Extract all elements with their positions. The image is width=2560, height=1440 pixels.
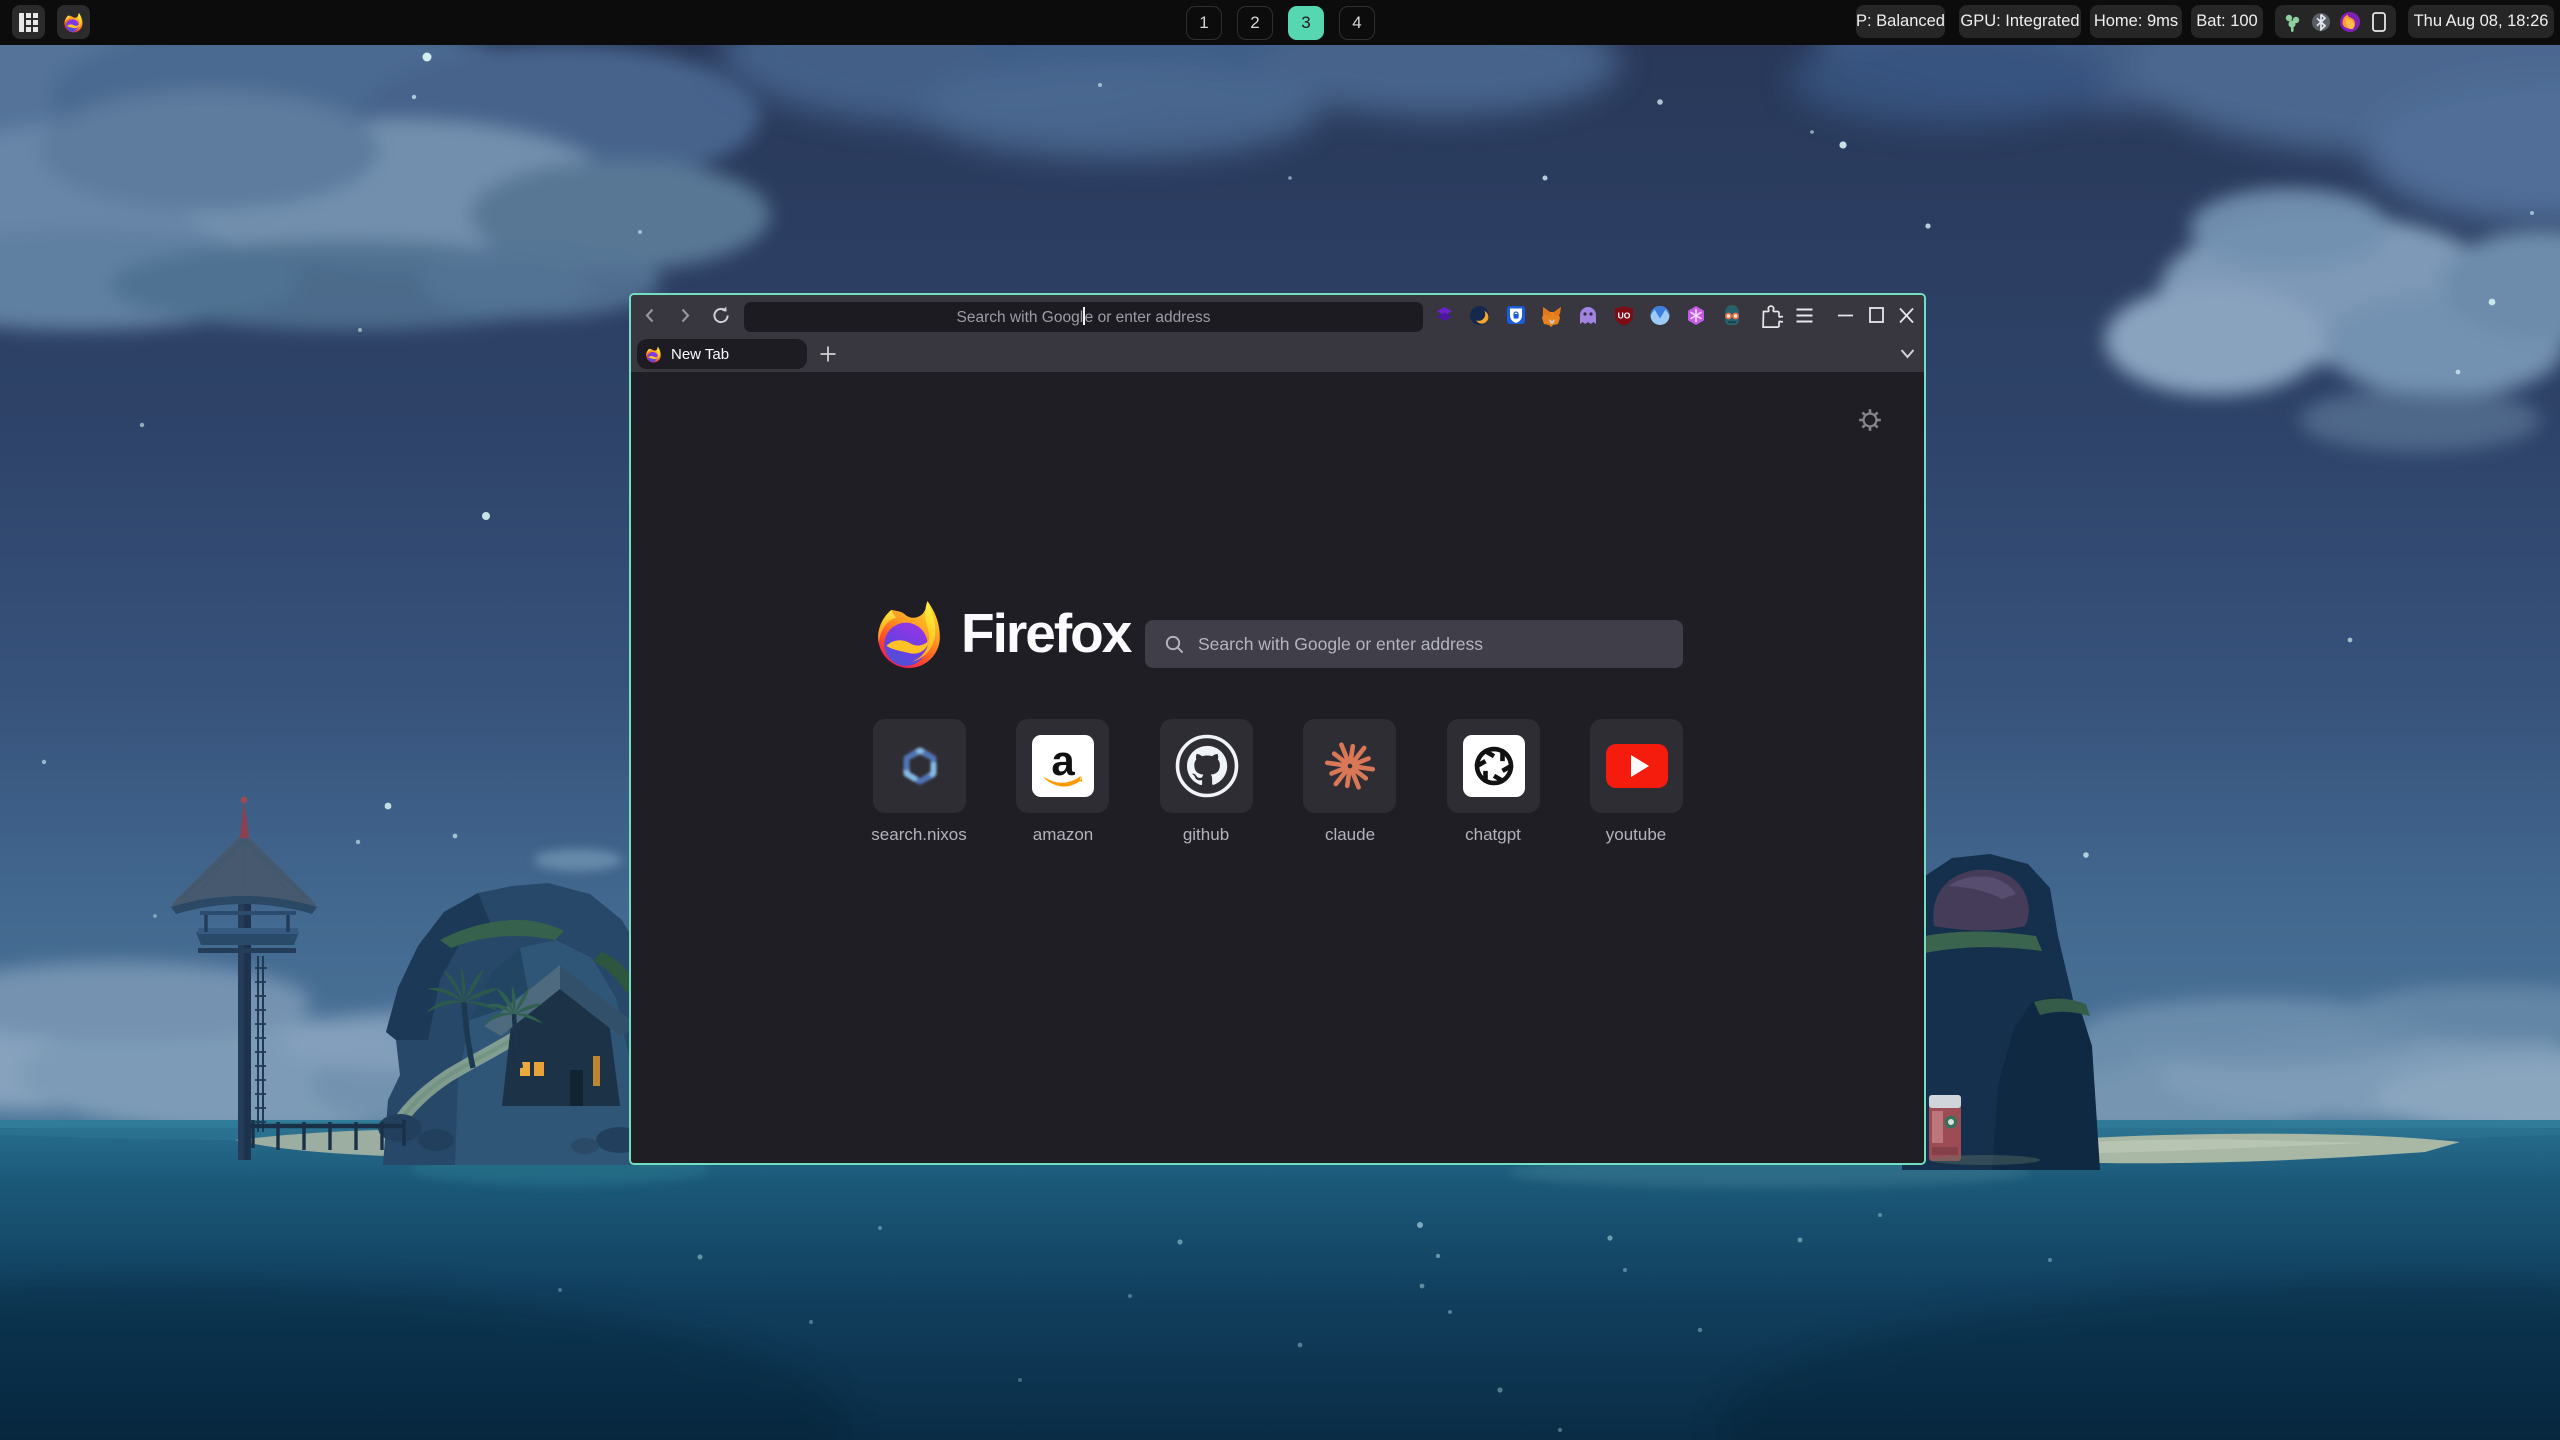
svg-text:UO: UO (1618, 311, 1631, 321)
svg-text:a: a (1051, 737, 1075, 784)
